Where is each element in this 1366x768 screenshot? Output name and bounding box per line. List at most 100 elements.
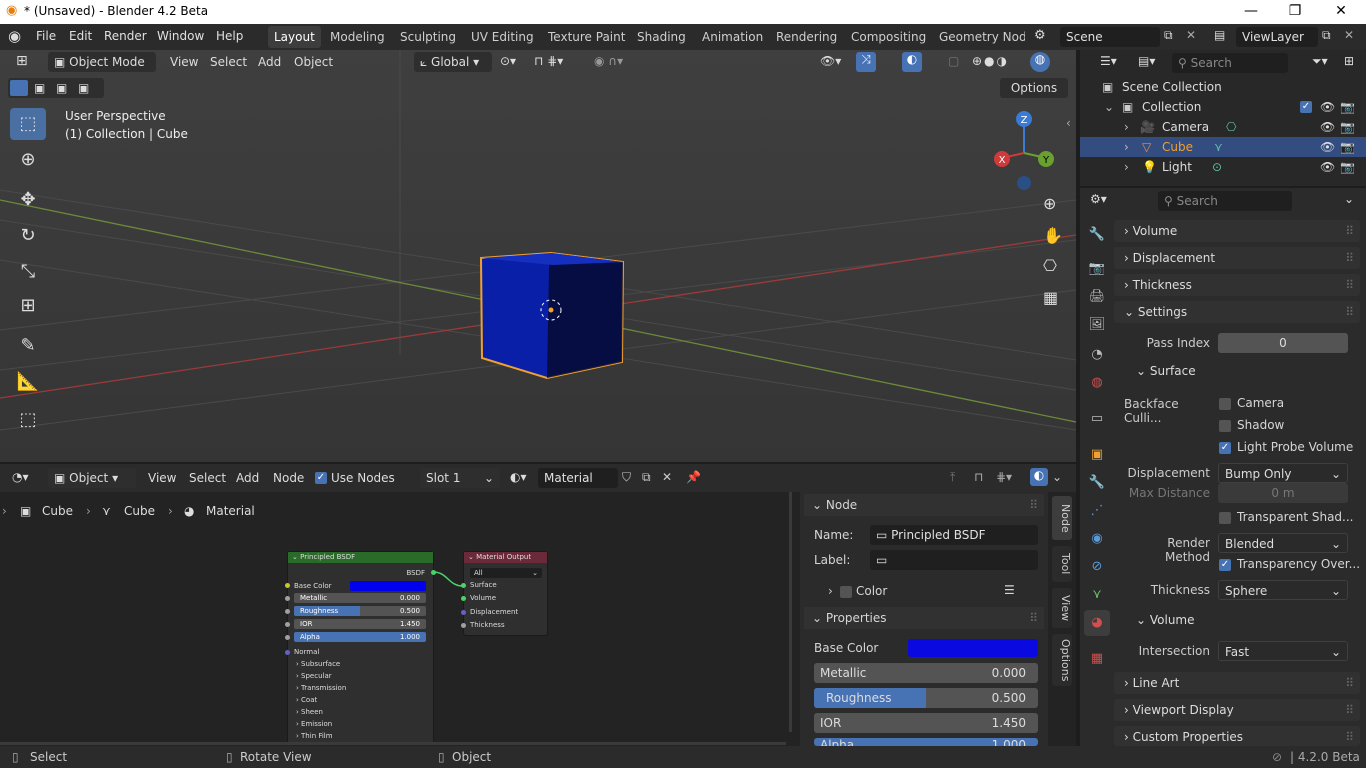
view-layer-tab-icon[interactable]: 🖼 xyxy=(1084,312,1110,338)
parent-node-tree-icon[interactable]: ⤒ xyxy=(950,470,955,485)
np-metallic-slider[interactable]: Metallic 0.000 xyxy=(814,663,1038,683)
outliner-search-input[interactable]: ⚲ Search xyxy=(1172,53,1288,73)
volume-socket[interactable] xyxy=(461,596,466,601)
object-tab-icon[interactable]: ▣ xyxy=(1084,442,1110,468)
rendered-shading-icon[interactable]: ◍ xyxy=(1030,52,1050,72)
ior-socket[interactable] xyxy=(285,622,290,627)
snap-icon[interactable]: ⊓ ⋕▾ xyxy=(534,54,563,68)
tab-uv-editing[interactable]: UV Editing xyxy=(465,26,540,48)
constraints-tab-icon[interactable]: ⊘ xyxy=(1084,554,1110,580)
subsurface-section[interactable]: › Subsurface xyxy=(296,660,340,668)
tool-tab-icon[interactable]: 🔧 xyxy=(1084,222,1110,248)
shading-modes-icon[interactable]: ⊕●◑ xyxy=(972,54,1009,68)
render-camera-icon[interactable]: 📷 xyxy=(1340,157,1355,177)
outliner-row-collection[interactable]: ⌄ ▣ Collection ✓ 👁 📷 xyxy=(1080,97,1366,117)
sidebar-tab-options[interactable]: Options xyxy=(1052,634,1072,686)
metallic-slider[interactable]: Metallic 0.000 xyxy=(294,593,426,603)
properties-editor-icon[interactable]: ⚙▾ xyxy=(1090,192,1107,206)
properties-search-input[interactable]: ⚲ Search xyxy=(1158,191,1292,211)
emission-section[interactable]: › Emission xyxy=(296,720,332,728)
expand-chevron-icon[interactable]: ⌄ xyxy=(1104,97,1114,117)
data-tab-icon[interactable]: ⋎ xyxy=(1084,582,1110,608)
material-output-header[interactable]: ⌄ Material Output xyxy=(464,552,547,563)
visibility-eye-icon[interactable]: 👁 xyxy=(1320,117,1335,137)
menu-window[interactable]: Window xyxy=(157,29,204,43)
view-layer-icon[interactable]: ▤ xyxy=(1214,28,1225,42)
surface-subpanel[interactable]: ⌄ Surface xyxy=(1136,364,1196,378)
node-snap-icon[interactable]: ⊓ xyxy=(974,470,983,484)
modifier-tab-icon[interactable]: 🔧 xyxy=(1084,470,1110,496)
move-tool-icon[interactable]: ✥ xyxy=(10,184,46,216)
menu-help[interactable]: Help xyxy=(216,29,243,43)
coat-section[interactable]: › Coat xyxy=(296,696,317,704)
principled-node-header[interactable]: ⌄ Principled BSDF xyxy=(288,552,433,563)
menu-render[interactable]: Render xyxy=(104,29,147,43)
light-probe-volume-checkbox[interactable]: ✓ xyxy=(1219,442,1231,454)
remove-scene-icon[interactable]: ✕ xyxy=(1186,28,1196,42)
close-button[interactable]: ✕ xyxy=(1318,0,1364,24)
thickness-socket[interactable] xyxy=(461,623,466,628)
slot-dropdown[interactable]: Slot 1 ⌄ xyxy=(420,468,500,488)
output-tab-icon[interactable]: 🖨 xyxy=(1084,284,1110,310)
node-name-field[interactable]: ▭ Principled BSDF xyxy=(870,525,1038,545)
intersection-dropdown[interactable]: Fast ⌄ xyxy=(1218,641,1348,661)
visibility-eye-icon[interactable]: 👁 xyxy=(1320,137,1335,157)
render-camera-icon[interactable]: 📷 xyxy=(1340,117,1355,137)
outliner-row-camera[interactable]: › 🎥 Camera ⎔ 👁 📷 xyxy=(1080,117,1366,137)
select-new-icon[interactable] xyxy=(10,80,28,96)
collection-tab-icon[interactable]: ▭ xyxy=(1084,406,1110,432)
tab-layout[interactable]: Layout xyxy=(268,26,321,48)
select-box-tool-icon[interactable]: ⬚ xyxy=(10,108,46,140)
material-browse-icon[interactable]: ◐▾ xyxy=(510,470,527,484)
viewport-menu-view[interactable]: View xyxy=(170,55,198,69)
pan-hand-icon[interactable]: ✋ xyxy=(1043,226,1063,245)
outliner-row-cube[interactable]: › ▽ Cube ⋎ 👁 📷 xyxy=(1080,137,1366,157)
mode-dropdown[interactable]: ▣ Object Mode ▾ xyxy=(48,52,156,89)
thickness-dropdown[interactable]: Sphere ⌄ xyxy=(1218,580,1348,600)
filter-icon[interactable]: ⏷▾ xyxy=(1312,54,1328,69)
output-target-dropdown[interactable]: All ⌄ xyxy=(470,568,542,578)
mesh-data-icon[interactable]: ⋎ xyxy=(1214,137,1223,157)
new-collection-icon[interactable]: ⊞ xyxy=(1344,54,1354,68)
panel-line-art[interactable]: › Line Art ⠿ xyxy=(1114,672,1360,694)
visibility-eye-icon[interactable]: 👁 xyxy=(1320,97,1335,117)
new-view-layer-icon[interactable]: ⧉ xyxy=(1322,28,1331,43)
node-overlay-icon[interactable]: ◐ xyxy=(1030,468,1048,486)
camera-data-icon[interactable]: ⎔ xyxy=(1226,117,1236,137)
outliner-row-light[interactable]: › 💡 Light ⊙ 👁 📷 xyxy=(1080,157,1366,177)
world-tab-icon[interactable]: ◍ xyxy=(1084,370,1110,396)
panel-thickness[interactable]: › Thickness ⠿ xyxy=(1114,274,1360,296)
properties-editor[interactable]: ⚙▾ ⚲ Search ⌄ 🔧 📷 🖨 🖼 ◔ ◍ ▭ ▣ 🔧 ⋰ ◉ ⊘ ⋎ … xyxy=(1080,188,1366,746)
thin-film-section[interactable]: › Thin Film xyxy=(296,732,333,740)
metallic-socket[interactable] xyxy=(285,596,290,601)
tab-geometry-nodes[interactable]: Geometry Node xyxy=(933,26,1025,48)
editor-type-icon[interactable]: ⊞ xyxy=(16,53,28,69)
viewport-menu-object[interactable]: Object xyxy=(294,55,333,69)
3d-viewport[interactable]: ⊞ ▣ Object Mode ▾ View Select Add Object… xyxy=(0,50,1076,462)
node-menu-view[interactable]: View xyxy=(148,471,176,485)
material-name-field[interactable]: Material xyxy=(538,468,618,488)
outliner-editor-icon[interactable]: ☰▾ xyxy=(1100,54,1117,68)
tab-modeling[interactable]: Modeling xyxy=(324,26,391,48)
minimize-button[interactable]: — xyxy=(1228,0,1274,24)
properties-panel-header[interactable]: ⌄ Properties ⠿ xyxy=(804,607,1044,629)
alpha-socket[interactable] xyxy=(285,635,290,640)
measure-tool-icon[interactable]: 📐 xyxy=(10,366,46,398)
tab-sculpting[interactable]: Sculpting xyxy=(394,26,462,48)
node-panel-header[interactable]: ⌄ Node ⠿ xyxy=(804,494,1044,516)
camera-view-icon[interactable]: ⎔ xyxy=(1043,256,1057,275)
color-presets-icon[interactable]: ☰ xyxy=(1004,583,1015,597)
specular-section[interactable]: › Specular xyxy=(296,672,332,680)
remove-view-layer-icon[interactable]: ✕ xyxy=(1344,28,1354,42)
transmission-section[interactable]: › Transmission xyxy=(296,684,346,692)
physics-tab-icon[interactable]: ◉ xyxy=(1084,526,1110,552)
menu-edit[interactable]: Edit xyxy=(69,29,92,43)
panel-settings[interactable]: ⌄ Settings ⠿ xyxy=(1114,301,1360,323)
volume-subpanel[interactable]: ⌄ Volume xyxy=(1136,613,1195,627)
np-base-color-swatch[interactable] xyxy=(908,639,1038,657)
scene-tab-icon[interactable]: ◔ xyxy=(1084,342,1110,368)
proportional-edit-icon[interactable]: ◉ ∩▾ xyxy=(594,54,623,68)
selection-mode-group[interactable]: ▣ ▣ ▣ xyxy=(8,78,104,98)
new-scene-icon[interactable]: ⧉ xyxy=(1164,28,1173,43)
tab-shading[interactable]: Shading xyxy=(631,26,692,48)
